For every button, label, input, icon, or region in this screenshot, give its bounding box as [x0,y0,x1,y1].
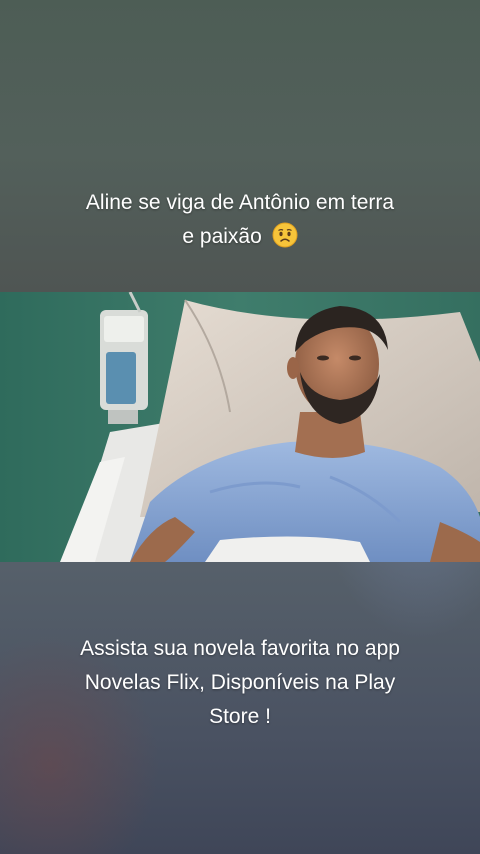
top-caption-text: e paixão [182,225,262,248]
hospital-scene-image [0,292,480,562]
bottom-caption-line: Assista sua novela favorita no app [80,637,400,660]
bottom-caption: Assista sua novela favorita no app Novel… [20,632,460,734]
worried-face-icon [272,222,298,248]
top-caption-line: e paixão [20,220,460,254]
top-caption-line: Aline se viga de Antônio em terra [85,191,395,214]
bottom-caption-line: Store ! [209,705,271,728]
top-caption: Aline se viga de Antônio em terra e paix… [20,186,460,254]
bottom-caption-line: Novelas Flix, Disponíveis na Play [84,671,396,694]
story-screen: Aline se viga de Antônio em terra e paix… [0,0,480,854]
video-frame[interactable] [0,292,480,562]
